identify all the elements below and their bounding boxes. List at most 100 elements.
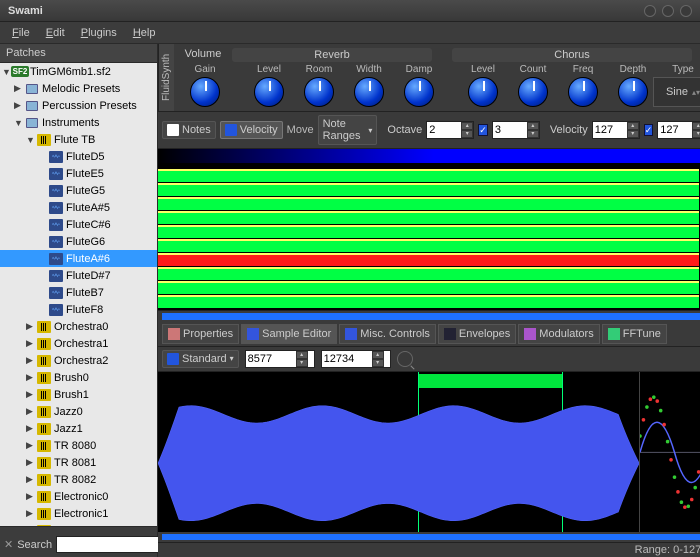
- sidebar-tab-patches[interactable]: Patches: [0, 44, 157, 63]
- octave-low-spinbox[interactable]: ▴▾: [426, 121, 474, 139]
- knob-depth[interactable]: [618, 77, 648, 107]
- range-status: Range: 0-127: [635, 544, 700, 556]
- menu-file[interactable]: File: [4, 24, 38, 42]
- loop-start-spinbox[interactable]: ▴▾: [245, 350, 315, 368]
- zone-toolbar: Notes Velocity Move Note Ranges▾ Octave …: [158, 112, 700, 149]
- tree-root-label: TimGM6mb1.sf2: [30, 66, 111, 78]
- zone-lane[interactable]: [158, 267, 699, 281]
- tree-folder[interactable]: ▶ Melodic Presets: [0, 80, 157, 97]
- statusbar: Range: 0-127: [158, 542, 700, 557]
- knob-room[interactable]: [304, 77, 334, 107]
- octave-link-checkbox[interactable]: ✓: [478, 124, 488, 136]
- window-title: Swami: [8, 5, 43, 17]
- knob-freq[interactable]: [568, 77, 598, 107]
- tab-properties[interactable]: Properties: [162, 324, 239, 344]
- tree-sample[interactable]: FluteD#7: [0, 267, 157, 284]
- tab-envelopes[interactable]: Envelopes: [438, 324, 516, 344]
- tab-sample-editor[interactable]: Sample Editor: [241, 324, 337, 344]
- tree-sample[interactable]: FluteA#6: [0, 250, 157, 267]
- zone-lane[interactable]: [158, 281, 699, 295]
- tree-instrument[interactable]: ▶TR 8081: [0, 454, 157, 471]
- loop-crossfade-view: [639, 372, 700, 533]
- knob-chorus-level[interactable]: [468, 77, 498, 107]
- tree-instrument[interactable]: ▶Orchestra0: [0, 318, 157, 335]
- waveform-display: [158, 390, 639, 533]
- minimize-button[interactable]: [644, 5, 656, 17]
- editor-tabstrip: Properties Sample Editor Misc. Controls …: [158, 322, 700, 347]
- zone-lane[interactable]: [158, 197, 699, 211]
- zoom-icon[interactable]: [397, 351, 413, 367]
- mode-velocity-button[interactable]: Velocity: [220, 121, 283, 139]
- tree-sample[interactable]: FluteG6: [0, 233, 157, 250]
- tree-sample[interactable]: FluteD5: [0, 148, 157, 165]
- envelope-icon: [444, 328, 456, 340]
- menu-plugins[interactable]: Plugins: [73, 24, 125, 42]
- tree-instrument[interactable]: ▶Orchestra2: [0, 352, 157, 369]
- tree-instrument[interactable]: ▶Jazz0: [0, 403, 157, 420]
- tree-instrument[interactable]: ▶TR 8082: [0, 471, 157, 488]
- zone-lane[interactable]: [158, 225, 699, 239]
- loop-end-spinbox[interactable]: ▴▾: [321, 350, 391, 368]
- tree-sample[interactable]: FluteG5: [0, 182, 157, 199]
- sample-mode-button[interactable]: Standard▾: [162, 350, 239, 368]
- section-chorus: Chorus: [452, 48, 692, 62]
- tree-instrument[interactable]: ▶TR 8080: [0, 437, 157, 454]
- knob-count[interactable]: [518, 77, 548, 107]
- tree-instrument[interactable]: ▶Electronic0: [0, 488, 157, 505]
- maximize-button[interactable]: [662, 5, 674, 17]
- velocity-link-checkbox[interactable]: ✓: [644, 124, 654, 136]
- tree-instrument[interactable]: ▼ Flute TB: [0, 131, 157, 148]
- menu-help[interactable]: Help: [125, 24, 164, 42]
- tree-folder[interactable]: ▼ Instruments: [0, 114, 157, 131]
- chorus-type-select[interactable]: Sine▴▾: [653, 77, 700, 107]
- piano-icon: [167, 124, 179, 136]
- tree-root[interactable]: ▼SF2 TimGM6mb1.sf2: [0, 63, 157, 80]
- search-label: Search: [17, 539, 52, 551]
- octave-high-spinbox[interactable]: ▴▾: [492, 121, 540, 139]
- waveform-hscroll[interactable]: [158, 532, 700, 542]
- sidebar: Patches ▼SF2 TimGM6mb1.sf2 ▶ Melodic Pre…: [0, 44, 158, 557]
- tab-misc-controls[interactable]: Misc. Controls: [339, 324, 436, 344]
- knob-reverb-level[interactable]: [254, 77, 284, 107]
- zone-hscroll[interactable]: [162, 313, 700, 319]
- velocity-b-spinbox[interactable]: ▴▾: [657, 121, 700, 139]
- mode-notes-button[interactable]: Notes: [162, 121, 216, 139]
- knob-gain[interactable]: [190, 77, 220, 107]
- velocity-a-spinbox[interactable]: ▴▾: [592, 121, 640, 139]
- tree-instrument[interactable]: ▶Brush0: [0, 369, 157, 386]
- zone-lane[interactable]: [158, 183, 699, 197]
- zone-lane[interactable]: [158, 239, 699, 253]
- tree-sample[interactable]: FluteE5: [0, 165, 157, 182]
- zone-editor[interactable]: [158, 149, 700, 311]
- tree-instrument[interactable]: ▶Brush1: [0, 386, 157, 403]
- sample-toolbar: Standard▾ ▴▾ ▴▾: [158, 347, 700, 372]
- standard-icon: [167, 353, 179, 365]
- tree-sample[interactable]: FluteC#6: [0, 216, 157, 233]
- fftune-icon: [608, 328, 620, 340]
- tree-sample[interactable]: FluteF8: [0, 301, 157, 318]
- velocity-label: Velocity: [550, 124, 588, 136]
- close-button[interactable]: [680, 5, 692, 17]
- tree-sample[interactable]: FluteB7: [0, 284, 157, 301]
- tab-modulators[interactable]: Modulators: [518, 324, 599, 344]
- menu-edit[interactable]: Edit: [38, 24, 73, 42]
- tab-fftune[interactable]: FFTune: [602, 324, 667, 344]
- note-ranges-button[interactable]: Note Ranges▾: [318, 115, 378, 145]
- zone-lane[interactable]: [158, 169, 699, 183]
- patch-tree[interactable]: ▼SF2 TimGM6mb1.sf2 ▶ Melodic Presets ▶ P…: [0, 63, 157, 526]
- zone-lane[interactable]: [158, 253, 699, 267]
- tree-sample[interactable]: FluteA#5: [0, 199, 157, 216]
- waveform-editor[interactable]: [158, 372, 700, 533]
- loop-region[interactable]: [418, 374, 562, 388]
- knob-width[interactable]: [354, 77, 384, 107]
- velocity-gradient: [158, 149, 700, 163]
- tree-instrument[interactable]: ▶Jazz1: [0, 420, 157, 437]
- zone-lane[interactable]: [158, 211, 699, 225]
- zone-lane[interactable]: [158, 295, 699, 309]
- wave-icon: [247, 328, 259, 340]
- tree-instrument[interactable]: ▶Orchestra1: [0, 335, 157, 352]
- tree-instrument[interactable]: ▶Electronic1: [0, 505, 157, 522]
- search-close-icon[interactable]: ✕: [4, 538, 13, 551]
- tree-folder[interactable]: ▶ Percussion Presets: [0, 97, 157, 114]
- knob-damp[interactable]: [404, 77, 434, 107]
